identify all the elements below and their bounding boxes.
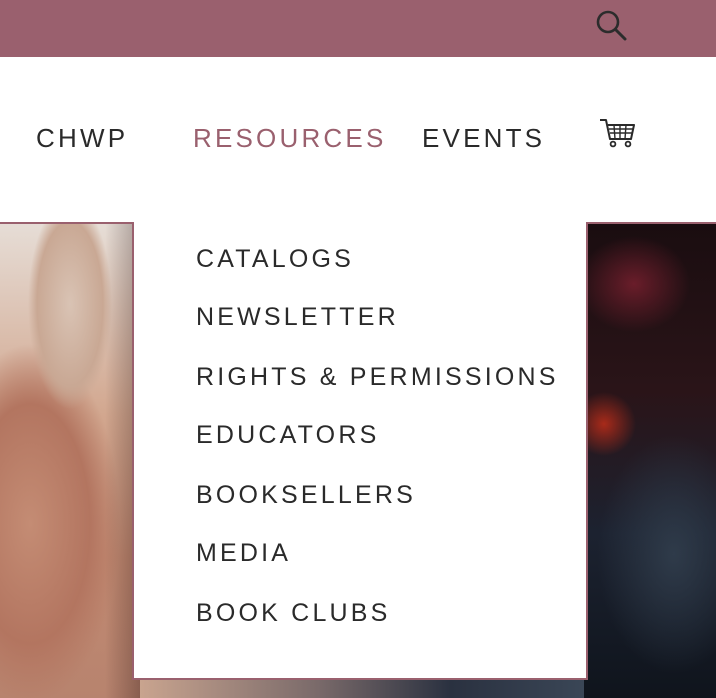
dropdown-item-rights-permissions[interactable]: RIGHTS & PERMISSIONS xyxy=(196,362,559,392)
page: CHWP RESOURCES EVENTS CATALOGS NEWSLETTE… xyxy=(0,0,716,698)
dropdown-item-educators[interactable]: EDUCATORS xyxy=(196,420,379,450)
nav-item-events[interactable]: EVENTS xyxy=(422,123,545,153)
nav-item-chwp[interactable]: CHWP xyxy=(36,123,128,153)
nav-item-resources[interactable]: RESOURCES xyxy=(193,123,387,153)
resources-dropdown-menu: CATALOGS NEWSLETTER RIGHTS & PERMISSIONS… xyxy=(132,222,588,680)
dropdown-item-catalogs[interactable]: CATALOGS xyxy=(196,244,354,274)
hero-bottom-strip xyxy=(140,679,584,698)
dropdown-item-booksellers[interactable]: BOOKSELLERS xyxy=(196,480,416,510)
main-nav: CHWP RESOURCES EVENTS xyxy=(0,57,716,223)
top-bar xyxy=(0,0,716,57)
search-icon xyxy=(596,10,627,41)
cart-icon xyxy=(600,119,635,148)
dropdown-item-book-clubs[interactable]: BOOK CLUBS xyxy=(196,598,391,628)
dropdown-item-newsletter[interactable]: NEWSLETTER xyxy=(196,302,399,332)
hero-fabric-photo xyxy=(584,224,716,698)
search-button[interactable] xyxy=(592,6,630,44)
dropdown-item-media[interactable]: MEDIA xyxy=(196,538,291,568)
cart-button[interactable] xyxy=(598,117,638,149)
